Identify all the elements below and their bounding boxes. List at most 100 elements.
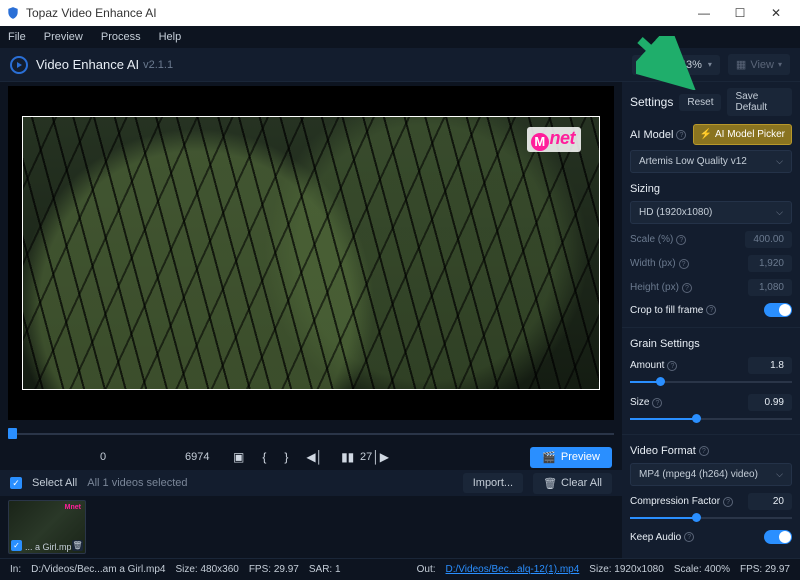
grain-size-value[interactable]: 0.99 [748,394,792,411]
status-in-sar: SAR: 1 [309,564,341,575]
step-back-icon[interactable]: ◀│ [306,450,323,464]
chevron-down-icon: ⌵ [776,156,783,167]
app-header: Video Enhance AI v2.1.1 Zoom 143% ▾ ▦ Vi… [0,48,800,82]
height-value: 1,080 [748,279,792,296]
keep-audio-label: Keep Audio? [630,532,694,543]
compression-value[interactable]: 20 [748,493,792,510]
clear-all-button[interactable]: 🗑Clear All [533,473,612,494]
selection-count: All 1 videos selected [87,477,187,489]
crop-label: Crop to fill frame? [630,305,716,316]
view-control[interactable]: ▦ View ▾ [728,54,790,75]
app-shield-icon [6,6,20,20]
grain-amount-value[interactable]: 1.8 [748,357,792,374]
frame-end: 6974 [185,451,209,463]
video-format-label: Video Format? [630,445,792,457]
help-icon[interactable]: ? [682,283,692,293]
select-all-label[interactable]: Select All [32,477,77,489]
playhead[interactable] [8,428,17,439]
help-icon[interactable]: ? [684,532,694,542]
reset-button[interactable]: Reset [679,94,721,111]
status-out-path[interactable]: D:/Videos/Bec...alq-12(1).mp4 [446,564,580,575]
status-out-label: Out: [417,564,436,575]
scale-value: 400.00 [745,231,792,248]
video-frame: Mnet [22,116,600,390]
compression-slider[interactable] [630,513,792,523]
selection-bar: ✓ Select All All 1 videos selected Impor… [0,470,622,496]
bracket-right-icon[interactable]: } [284,450,288,464]
thumbnail-filename: ... a Girl.mp4 [25,542,71,552]
menubar: File Preview Process Help [0,26,800,48]
app-logo-icon [10,56,28,74]
preview-button[interactable]: 🎬 Preview [530,447,612,468]
import-button[interactable]: Import... [463,473,523,493]
help-icon[interactable]: ? [679,259,689,269]
pause-icon[interactable]: ▮▮ [341,450,354,464]
bracket-left-icon[interactable]: { [262,450,266,464]
thumbnail-checkbox[interactable]: ✓ [11,540,22,551]
video-format-dropdown[interactable]: MP4 (mpeg4 (h264) video)⌵ [630,463,792,486]
grain-amount-label: Amount? [630,360,677,371]
menu-process[interactable]: Process [101,31,141,43]
menu-help[interactable]: Help [159,31,182,43]
keep-audio-toggle[interactable] [764,530,792,544]
width-label: Width (px)? [630,258,689,269]
app-name: Video Enhance AI [36,57,139,72]
video-preview[interactable]: Mnet [8,86,614,420]
window-maximize-button[interactable]: ☐ [722,6,758,20]
menu-preview[interactable]: Preview [44,31,83,43]
chevron-down-icon: ⌵ [776,469,783,480]
help-icon[interactable]: ? [652,398,662,408]
step-forward-icon[interactable]: │▶ [372,450,389,464]
sizing-preset-dropdown[interactable]: HD (1920x1080)⌵ [630,201,792,224]
film-icon: 🎬 [542,451,556,464]
sizing-label: Sizing [630,183,792,195]
zoom-control[interactable]: Zoom 143% ▾ [632,55,720,75]
menu-file[interactable]: File [8,31,26,43]
help-icon[interactable]: ? [699,446,709,456]
grid-icon: ▦ [736,58,746,71]
status-in-label: In: [10,564,21,575]
chevron-down-icon: ⌵ [776,207,783,218]
height-label: Height (px)? [630,282,692,293]
help-icon[interactable]: ? [676,130,686,140]
trash-icon: 🗑 [543,477,557,490]
view-label: View [750,59,774,71]
thumbnail-strip: Mnet ✓ ... a Girl.mp4 🗑 [0,496,622,558]
playback-controls: 0 6974 ▣ { } ◀│ ▮▮ │▶ 27 🎬 Preview [0,444,622,470]
ai-model-label: AI Model? [630,129,687,141]
help-icon[interactable]: ? [723,497,733,507]
crop-toggle[interactable] [764,303,792,317]
camera-icon[interactable]: ▣ [233,450,244,464]
settings-panel: Settings Reset Save Default AI Model? ⚡A… [622,82,800,558]
grain-size-label: Size? [630,397,662,408]
status-out-fps: FPS: 29.97 [740,564,790,575]
status-in-path: D:/Videos/Bec...am a Girl.mp4 [31,564,165,575]
thumbnail-watermark: Mnet [65,504,81,511]
scale-label: Scale (%)? [630,234,686,245]
help-icon[interactable]: ? [706,305,716,315]
window-minimize-button[interactable]: — [686,6,722,20]
status-out-scale: Scale: 400% [674,564,730,575]
window-titlebar: Topaz Video Enhance AI — ☐ ✕ [0,0,800,26]
app-version: v2.1.1 [143,59,173,71]
video-thumbnail[interactable]: Mnet ✓ ... a Girl.mp4 🗑 [8,500,86,554]
thumbnail-delete-icon[interactable]: 🗑 [72,540,83,551]
grain-amount-slider[interactable] [630,377,792,387]
ai-model-dropdown[interactable]: Artemis Low Quality v12⌵ [630,150,792,173]
bolt-icon: ⚡ [700,129,712,140]
help-icon[interactable]: ? [676,235,686,245]
chevron-down-icon: ▾ [708,60,712,69]
zoom-label: Zoom [640,59,668,71]
grain-label: Grain Settings [630,338,792,350]
ai-model-picker-button[interactable]: ⚡AI Model Picker [693,124,792,145]
status-bar: In: D:/Videos/Bec...am a Girl.mp4 Size: … [0,558,800,580]
save-default-button[interactable]: Save Default [727,88,792,116]
window-close-button[interactable]: ✕ [758,6,794,20]
select-all-checkbox[interactable]: ✓ [10,477,22,489]
timeline[interactable] [8,426,614,442]
status-in-fps: FPS: 29.97 [249,564,299,575]
chevron-down-icon: ▾ [778,60,782,69]
grain-size-slider[interactable] [630,414,792,424]
zoom-value: 143% [674,59,702,71]
help-icon[interactable]: ? [667,361,677,371]
